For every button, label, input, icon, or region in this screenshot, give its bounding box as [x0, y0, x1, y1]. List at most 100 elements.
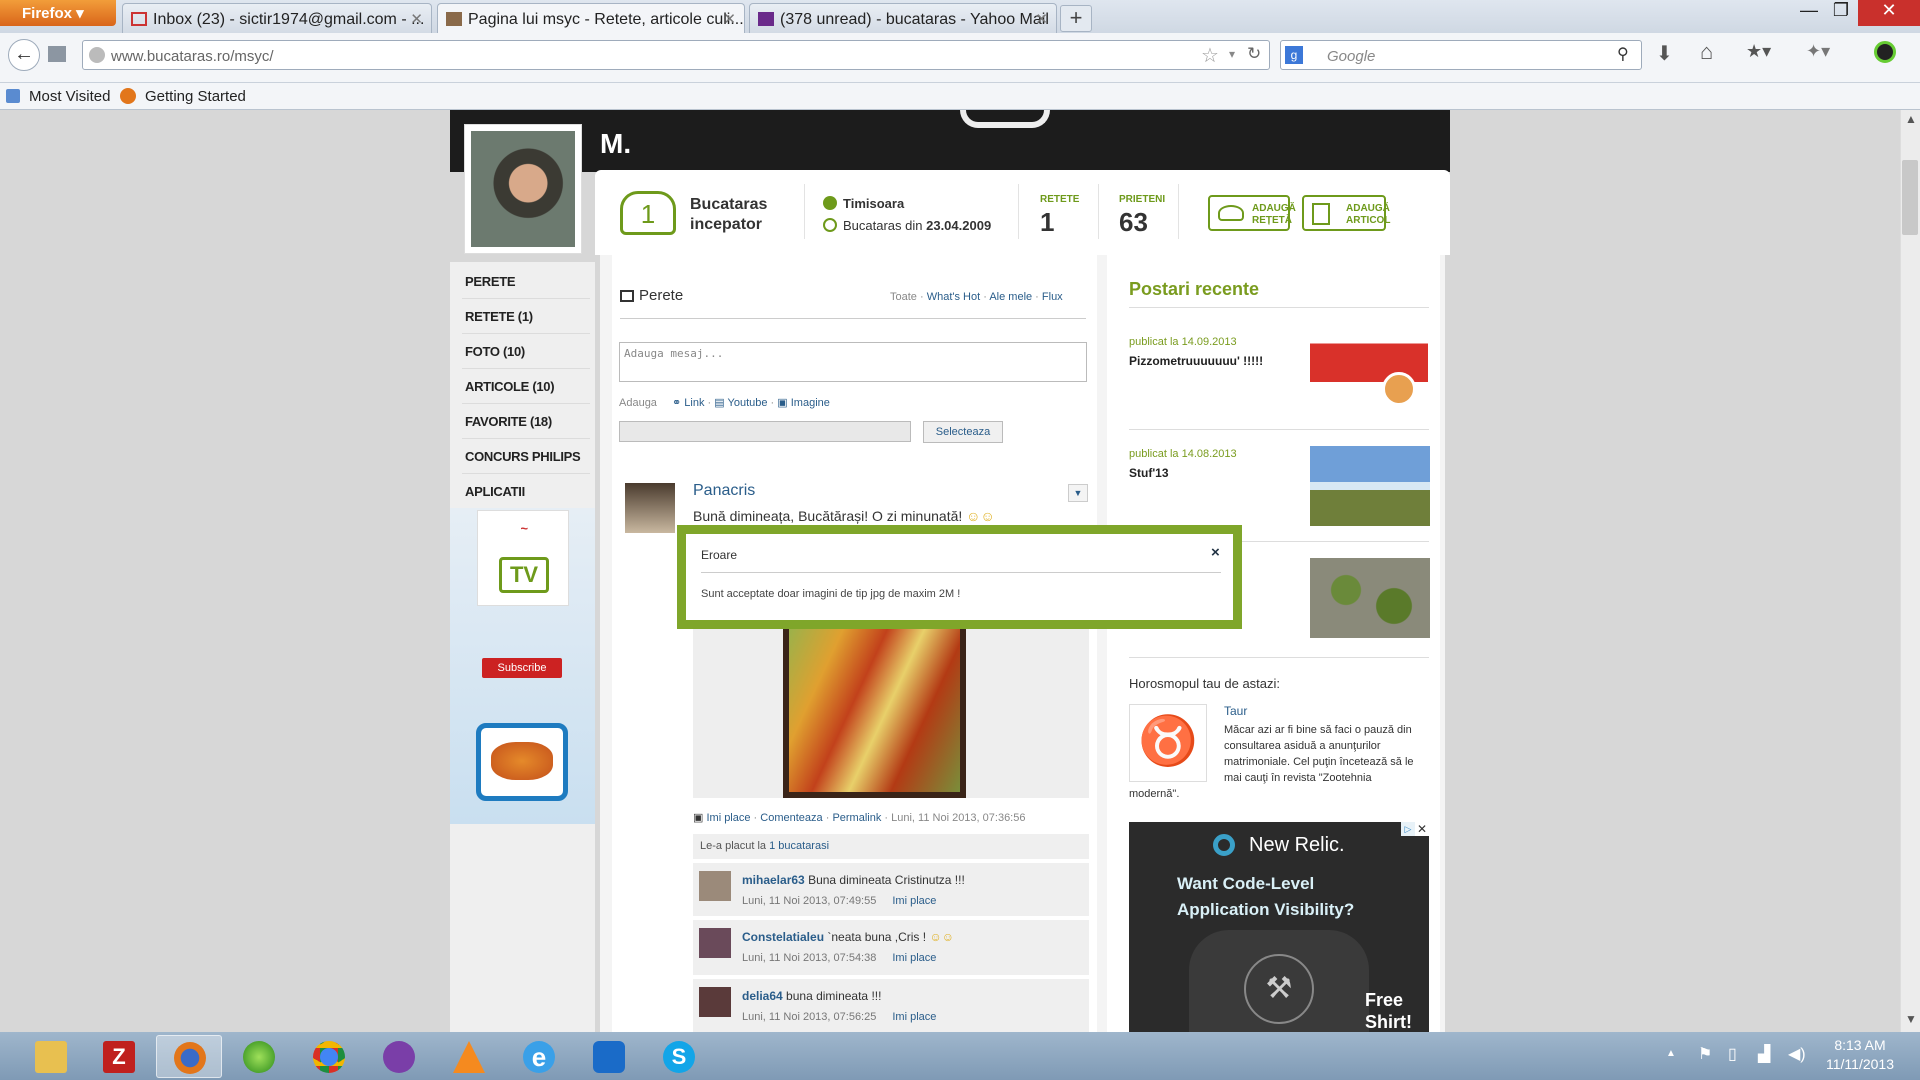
permalink-link[interactable]: Permalink	[832, 812, 881, 824]
recent-post-thumbnail[interactable]	[1310, 446, 1430, 526]
select-file-button[interactable]: Selecteaza	[923, 421, 1003, 443]
taskbar-firefox[interactable]	[156, 1035, 222, 1078]
file-input[interactable]	[619, 421, 911, 442]
comment-like-link[interactable]: Imi place	[892, 895, 936, 907]
new-relic-ad[interactable]: New Relic. Want Code-Level Application V…	[1129, 822, 1429, 1032]
comment-avatar[interactable]	[699, 987, 731, 1017]
google-icon[interactable]: g	[1285, 46, 1303, 64]
bucatarasi-tv-logo[interactable]: ~ TV	[477, 510, 569, 606]
sidebar-item-aplicatii[interactable]: APLICATII	[465, 484, 525, 499]
filter-ale-mele[interactable]: Ale mele	[989, 291, 1032, 303]
bookmarks-menu-icon[interactable]: ★▾	[1746, 41, 1771, 62]
profile-avatar[interactable]	[464, 124, 582, 254]
taskbar-chrome[interactable]	[296, 1035, 362, 1078]
recent-post-thumbnail[interactable]	[1310, 334, 1428, 414]
bookmark-star-icon[interactable]: ☆	[1201, 43, 1219, 68]
reload-icon[interactable]: ↻	[1247, 44, 1261, 64]
power-icon[interactable]: ▯	[1728, 1044, 1737, 1064]
taskbar-skype[interactable]: S	[646, 1035, 712, 1078]
comment-avatar[interactable]	[699, 928, 731, 958]
taskbar-vlc[interactable]	[436, 1035, 502, 1078]
add-link[interactable]: ⚭ Link	[672, 397, 704, 409]
sidebar-item-concurs-philips[interactable]: CONCURS PHILIPS	[465, 449, 581, 464]
ad-close-icon[interactable]: ✕	[1415, 822, 1429, 836]
search-icon[interactable]: ⚲	[1617, 44, 1629, 64]
addon-circle-icon[interactable]	[1874, 41, 1896, 63]
network-icon[interactable]: ▟	[1758, 1044, 1770, 1064]
sidebar-item-favorite[interactable]: FAVORITE (18)	[465, 414, 552, 429]
recent-post-title[interactable]: Pizzometruuuuuuu' !!!!!	[1129, 354, 1263, 368]
home-icon[interactable]: ⌂	[1700, 39, 1713, 65]
taskbar-filezilla[interactable]: Z	[86, 1035, 152, 1078]
comment-author[interactable]: delia64	[742, 989, 783, 1003]
firefox-menu-button[interactable]: Firefox ▾	[0, 0, 116, 26]
scroll-down-icon[interactable]: ▼	[1905, 1012, 1917, 1026]
system-clock[interactable]: 8:13 AM 11/11/2013	[1818, 1036, 1902, 1074]
horoscope-sign[interactable]: Taur	[1224, 704, 1247, 718]
add-article-button[interactable]: ADAUGĂ ARTICOL	[1302, 195, 1390, 231]
close-tab-icon[interactable]: ✕	[1035, 10, 1048, 28]
post-options-icon[interactable]: ▼	[1068, 484, 1088, 502]
sidebar-item-perete[interactable]: PERETE	[465, 274, 516, 289]
comment-link[interactable]: Comenteaza	[760, 812, 822, 824]
close-tab-icon[interactable]: ✕	[723, 10, 736, 28]
action-center-icon[interactable]: ⚑	[1698, 1044, 1712, 1064]
message-textarea[interactable]: Adauga mesaj...	[619, 342, 1087, 382]
search-bar[interactable]: g Google ⚲	[1280, 40, 1642, 70]
page-scrollbar[interactable]: ▲ ▼	[1900, 110, 1920, 1032]
addon-icon[interactable]: ✦▾	[1806, 41, 1830, 62]
post-author-avatar[interactable]	[625, 483, 675, 533]
volume-icon[interactable]: ◀)	[1788, 1044, 1806, 1064]
tab-gmail[interactable]: Inbox (23) - sictir1974@gmail.com - ... …	[122, 3, 432, 33]
url-bar[interactable]: www.bucataras.ro/msyc/ ☆ ▾ ↻	[82, 40, 1270, 70]
horoscope-text: Măcar azi ar fi bine să faci o pauză din…	[1224, 724, 1414, 784]
comment-author[interactable]: mihaelar63	[742, 873, 805, 887]
sidebar-item-foto[interactable]: FOTO (10)	[465, 344, 525, 359]
stat-label-prieteni: PRIETENI	[1119, 194, 1166, 205]
bookmark-most-visited[interactable]: Most Visited	[29, 88, 110, 105]
tab-yahoo-mail[interactable]: (378 unread) - bucataras - Yahoo Mail ✕	[749, 3, 1057, 33]
close-icon[interactable]: ×	[1211, 544, 1220, 561]
comment-like-link[interactable]: Imi place	[892, 1011, 936, 1023]
comment-author[interactable]: Constelatialeu	[742, 930, 824, 944]
close-tab-icon[interactable]: ✕	[410, 10, 423, 28]
taskbar-internet-explorer[interactable]: e	[506, 1035, 572, 1078]
taskbar-explorer[interactable]	[18, 1035, 84, 1078]
dropdown-icon[interactable]: ▾	[1229, 47, 1235, 61]
taskbar-app-green[interactable]	[226, 1035, 292, 1078]
like-link[interactable]: Imi place	[706, 812, 750, 824]
post-author[interactable]: Panacris	[693, 482, 755, 500]
likers-link[interactable]: 1 bucatarasi	[769, 840, 829, 852]
comment-avatar[interactable]	[699, 871, 731, 901]
recent-post-title[interactable]: Stuf'13	[1129, 466, 1169, 480]
bookmark-getting-started[interactable]: Getting Started	[145, 88, 246, 105]
tab-bucataras[interactable]: Pagina lui msyc - Retete, articole culi.…	[437, 3, 745, 33]
scroll-up-icon[interactable]: ▲	[1905, 112, 1917, 126]
taskbar-teamviewer[interactable]	[576, 1035, 642, 1078]
add-recipe-button[interactable]: ADAUGĂ REȚETĂ	[1208, 195, 1296, 231]
post-image[interactable]	[783, 622, 966, 798]
new-tab-button[interactable]: +	[1060, 5, 1092, 32]
sidebar-item-retete[interactable]: RETETE (1)	[465, 309, 533, 324]
add-youtube[interactable]: ▤ Youtube	[714, 397, 767, 409]
adchoices-icon[interactable]: ▷	[1401, 822, 1415, 836]
tv-promo-icon[interactable]	[476, 723, 568, 801]
back-button[interactable]: ←	[8, 39, 40, 71]
sidebar-item-articole[interactable]: ARTICOLE (10)	[465, 379, 555, 394]
youtube-subscribe-button[interactable]: Subscribe	[482, 658, 562, 678]
filter-flux[interactable]: Flux	[1042, 291, 1063, 303]
stat-value-retete[interactable]: 1	[1040, 207, 1054, 238]
add-image[interactable]: ▣ Imagine	[777, 397, 830, 409]
comment-like-link[interactable]: Imi place	[892, 952, 936, 964]
stat-value-prieteni[interactable]: 63	[1119, 207, 1148, 238]
filter-toate[interactable]: Toate	[890, 291, 917, 303]
close-window-button[interactable]: ✕	[1858, 0, 1920, 26]
scrollbar-thumb[interactable]	[1902, 160, 1918, 235]
filter-whats-hot[interactable]: What's Hot	[927, 291, 980, 303]
history-icon[interactable]	[48, 46, 66, 62]
taskbar-yahoo-messenger[interactable]	[366, 1035, 432, 1078]
site-identity-icon[interactable]	[89, 47, 105, 63]
download-icon[interactable]: ⬇	[1656, 41, 1673, 66]
recent-post-thumbnail[interactable]	[1310, 558, 1430, 638]
show-hidden-icons[interactable]: ▲	[1666, 1048, 1676, 1059]
